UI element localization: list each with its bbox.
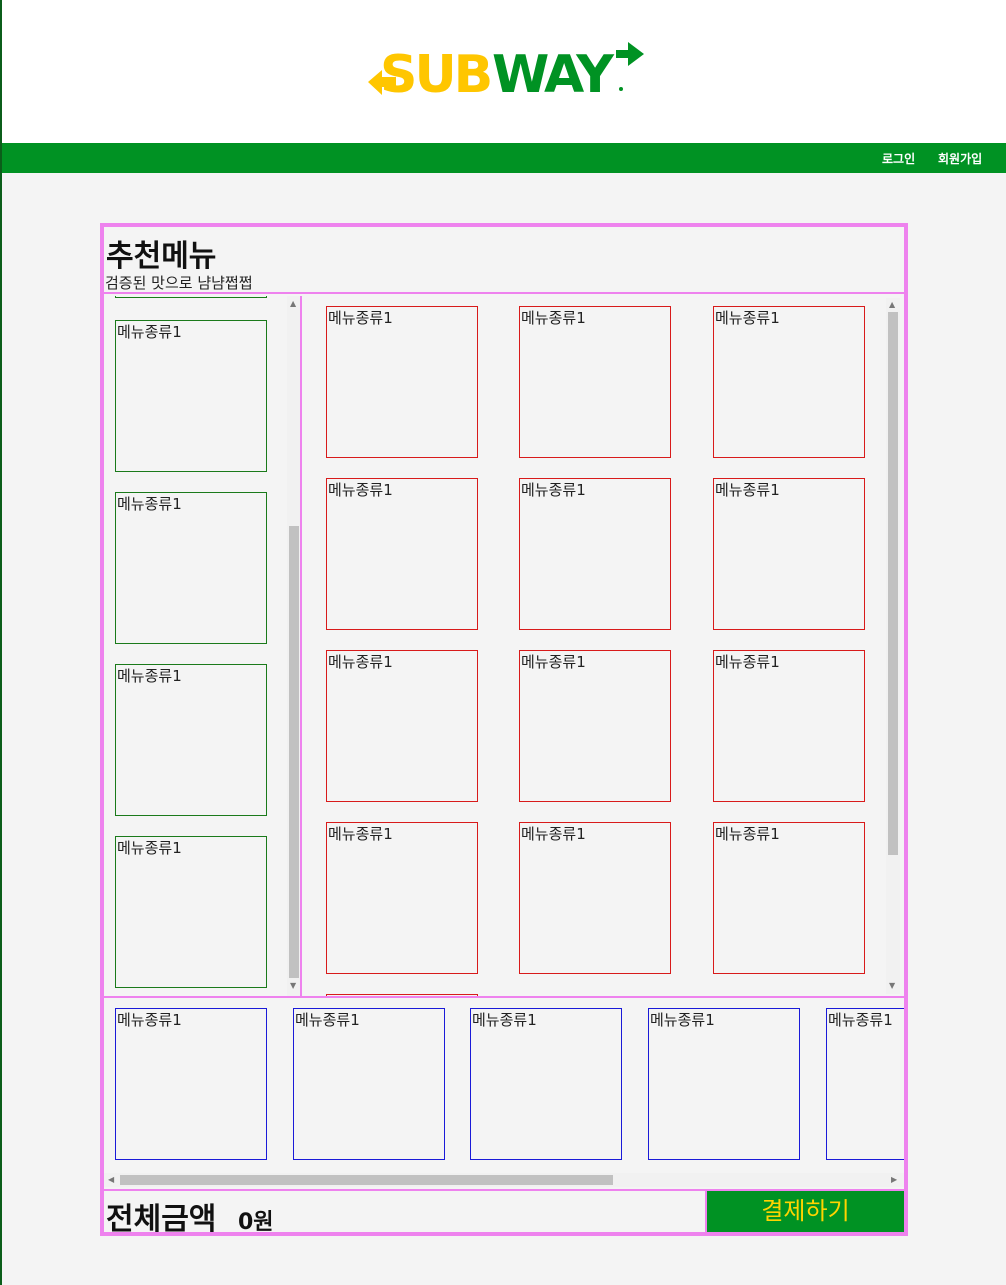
menu-card[interactable]: 메뉴종류1 xyxy=(326,306,478,458)
menu-card-label: 메뉴종류1 xyxy=(521,653,586,671)
category-card-label: 메뉴종류1 xyxy=(117,839,182,857)
recommend-header: 추천메뉴 검증된 맛으로 냠냠쩝쩝 xyxy=(104,227,904,294)
cart-card-label: 메뉴종류1 xyxy=(650,1011,715,1029)
cart-card-label: 메뉴종류1 xyxy=(295,1011,360,1029)
cart-scrollbar[interactable]: ◀ ▶ xyxy=(104,1173,904,1187)
category-card-label: 메뉴종류1 xyxy=(117,667,182,685)
scroll-left-arrow-icon[interactable]: ◀ xyxy=(108,1176,114,1184)
signup-link[interactable]: 회원가입 xyxy=(938,150,982,167)
menu-card[interactable]: 메뉴종류1 xyxy=(326,650,478,802)
menu-grid-scrollbar-thumb[interactable] xyxy=(888,312,898,855)
recommend-title: 추천메뉴 xyxy=(106,239,217,274)
menu-grid-scrollbar[interactable]: ▲ ▼ xyxy=(886,298,900,994)
scroll-right-arrow-icon[interactable]: ▶ xyxy=(891,1176,897,1184)
menu-card-label: 메뉴종류1 xyxy=(715,653,780,671)
menu-card-label: 메뉴종류1 xyxy=(715,825,780,843)
menu-card[interactable]: 메뉴종류1 xyxy=(713,650,865,802)
total-value: 0원 xyxy=(238,1210,274,1235)
menu-card-label: 메뉴종류1 xyxy=(521,309,586,327)
selected-items-row[interactable]: 메뉴종류1 메뉴종류1 메뉴종류1 메뉴종류1 메뉴종류1 ◀ ▶ xyxy=(104,996,904,1189)
menu-card[interactable]: 메뉴종류1 xyxy=(326,822,478,974)
order-panel: 추천메뉴 검증된 맛으로 냠냠쩝쩝 메뉴종류1 메뉴종류1 메뉴종류1 메뉴종류… xyxy=(100,223,908,1237)
menu-card[interactable]: 메뉴종류1 xyxy=(519,478,671,630)
category-card[interactable]: 메뉴종류1 xyxy=(115,320,267,472)
recommend-subtitle: 검증된 맛으로 냠냠쩝쩝 xyxy=(105,274,253,292)
pay-button[interactable]: 결제하기 xyxy=(705,1191,904,1232)
site-header: SUB WAY xyxy=(2,0,1006,143)
cart-card-label: 메뉴종류1 xyxy=(472,1011,537,1029)
category-scrollbar-thumb[interactable] xyxy=(289,526,299,978)
category-list[interactable]: 메뉴종류1 메뉴종류1 메뉴종류1 메뉴종류1 ▲ ▼ xyxy=(104,296,302,996)
cart-card[interactable]: 메뉴종류1 xyxy=(293,1008,445,1160)
cart-card[interactable]: 메뉴종류1 xyxy=(115,1008,267,1160)
category-scrollbar[interactable]: ▲ ▼ xyxy=(287,296,300,996)
login-link[interactable]: 로그인 xyxy=(882,150,915,167)
menu-card[interactable]: 메뉴종류1 xyxy=(326,478,478,630)
cart-card-label: 메뉴종류1 xyxy=(828,1011,893,1029)
menu-card-label: 메뉴종류1 xyxy=(328,481,393,499)
menu-card[interactable]: 메뉴종류1 xyxy=(713,306,865,458)
menu-card-label: 메뉴종류1 xyxy=(328,309,393,327)
svg-text:SUB: SUB xyxy=(380,45,490,100)
scroll-up-arrow-icon[interactable]: ▲ xyxy=(889,301,895,309)
category-card-label: 메뉴종류1 xyxy=(117,495,182,513)
checkout-bar: 전체금액 0원 결제하기 xyxy=(104,1189,904,1237)
subway-logo[interactable]: SUB WAY xyxy=(366,40,648,105)
menu-card-label: 메뉴종류1 xyxy=(521,481,586,499)
menu-card-label: 메뉴종류1 xyxy=(328,825,393,843)
menu-card-label: 메뉴종류1 xyxy=(715,481,780,499)
menu-card[interactable]: 메뉴종류1 xyxy=(519,822,671,974)
svg-text:WAY: WAY xyxy=(492,45,615,100)
category-card-partial[interactable] xyxy=(115,296,267,298)
menu-card-label: 메뉴종류1 xyxy=(328,653,393,671)
cart-card[interactable]: 메뉴종류1 xyxy=(470,1008,622,1160)
cart-card[interactable]: 메뉴종류1 xyxy=(826,1008,904,1160)
scroll-down-arrow-icon[interactable]: ▼ xyxy=(889,982,895,990)
category-card-label: 메뉴종류1 xyxy=(117,323,182,341)
scroll-up-arrow-icon[interactable]: ▲ xyxy=(290,300,296,308)
menu-grid[interactable]: 메뉴종류1 메뉴종류1 메뉴종류1 메뉴종류1 메뉴종류1 메뉴종류1 메뉴종류… xyxy=(304,296,904,996)
menu-card[interactable]: 메뉴종류1 xyxy=(519,306,671,458)
category-card[interactable]: 메뉴종류1 xyxy=(115,664,267,816)
menu-card[interactable]: 메뉴종류1 xyxy=(713,822,865,974)
scroll-down-arrow-icon[interactable]: ▼ xyxy=(290,982,296,990)
menu-card[interactable]: 메뉴종류1 xyxy=(713,478,865,630)
menu-card[interactable]: 메뉴종류1 xyxy=(519,650,671,802)
cart-card-label: 메뉴종류1 xyxy=(117,1011,182,1029)
subway-logo-icon: SUB WAY xyxy=(368,42,644,105)
total-label: 전체금액 xyxy=(106,1202,217,1237)
menu-card-label: 메뉴종류1 xyxy=(521,825,586,843)
top-navbar: 로그인 회원가입 xyxy=(2,143,1006,173)
cart-card[interactable]: 메뉴종류1 xyxy=(648,1008,800,1160)
category-card[interactable]: 메뉴종류1 xyxy=(115,836,267,988)
cart-scrollbar-thumb[interactable] xyxy=(120,1175,613,1185)
left-border xyxy=(0,0,2,1285)
menu-card-label: 메뉴종류1 xyxy=(715,309,780,327)
category-card[interactable]: 메뉴종류1 xyxy=(115,492,267,644)
